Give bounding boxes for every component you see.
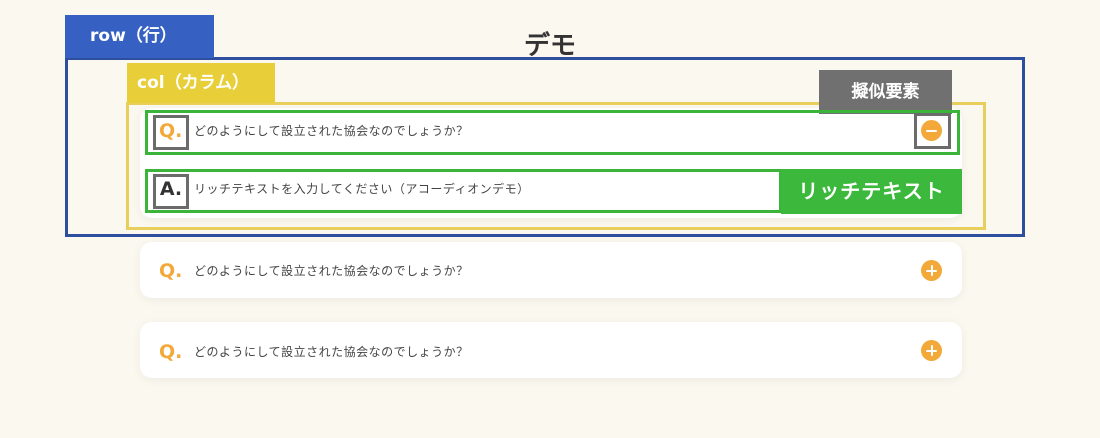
question-mark-label: Q. xyxy=(159,260,183,282)
answer-row-outline xyxy=(145,169,782,213)
col-label: col（カラム） xyxy=(127,63,275,103)
question-text[interactable]: どのようにして設立された協会なのでしょうか？ xyxy=(194,344,469,360)
rich-text-label: リッチテキスト xyxy=(781,169,962,214)
plus-icon[interactable] xyxy=(921,260,942,281)
pseudo-element-label: 擬似要素 xyxy=(819,70,952,114)
a-mark-outline xyxy=(153,174,189,209)
accordion-item[interactable]: Q. どのようにして設立された協会なのでしょうか？ xyxy=(140,242,962,298)
accordion-item[interactable]: Q. どのようにして設立された協会なのでしょうか？ xyxy=(140,322,962,378)
question-text[interactable]: どのようにして設立された協会なのでしょうか？ xyxy=(194,263,469,279)
question-mark-label: Q. xyxy=(159,341,183,363)
icon-outline xyxy=(914,113,951,149)
row-label: row（行） xyxy=(65,15,214,58)
plus-icon[interactable] xyxy=(921,340,942,361)
question-row-outline xyxy=(145,110,960,155)
q-mark-outline xyxy=(153,115,189,150)
